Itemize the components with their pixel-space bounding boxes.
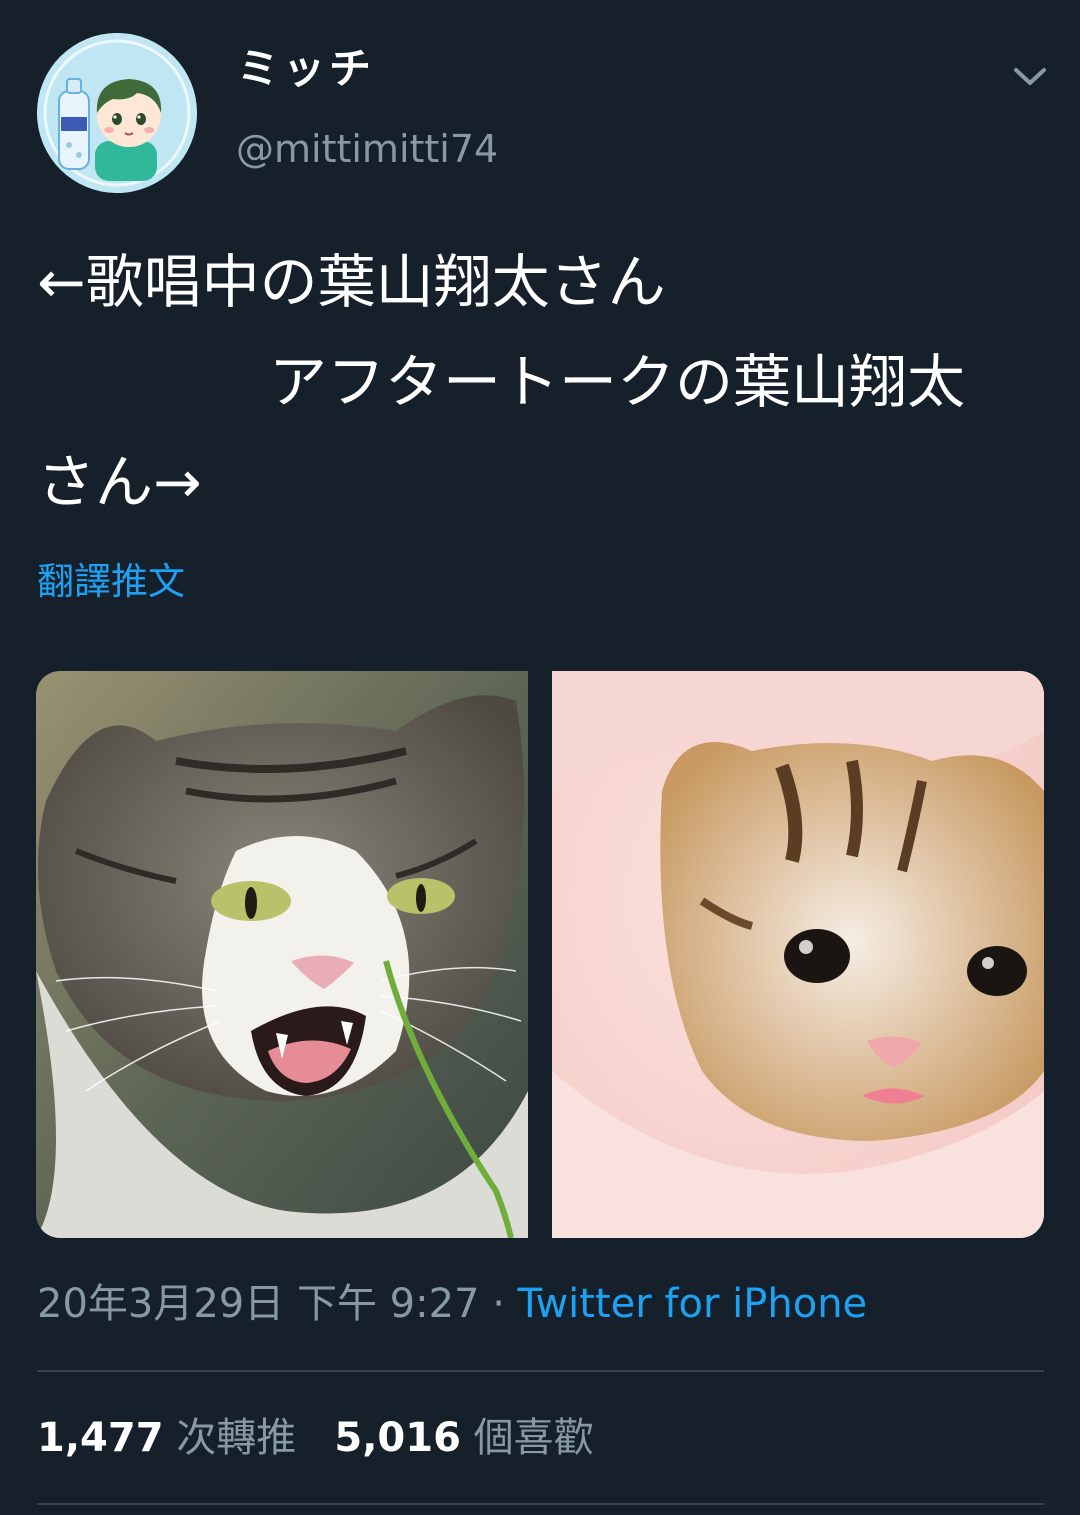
kitten-photo [552,671,1044,1238]
media-image-2[interactable] [552,671,1044,1238]
author-handle[interactable]: @mittimitti74 [236,130,498,168]
tweet-stats: 1,477 次轉推 5,016 個喜歡 [37,1418,594,1458]
author-display-name[interactable]: ミッチ [237,48,375,90]
retweets-label: 次轉推 [176,1415,297,1461]
retweets-stat[interactable]: 1,477 次轉推 [37,1415,296,1461]
angry-cat-photo [36,671,528,1238]
avatar-illustration [37,33,197,193]
tweet-timestamp[interactable]: 20年3月29日 下午 9:27 [37,1281,480,1327]
divider [37,1503,1044,1505]
avatar[interactable] [37,33,197,193]
tweet-source-link[interactable]: Twitter for iPhone [518,1281,868,1327]
chevron-down-icon[interactable] [1010,62,1050,92]
likes-label: 個喜歡 [473,1415,594,1461]
tweet-meta: 20年3月29日 下午 9:27 · Twitter for iPhone [37,1284,867,1324]
tweet-detail: ミッチ @mittimitti74 ←歌唱中の葉山翔太さん アフタートークの葉山… [0,0,1080,1515]
retweets-count: 1,477 [37,1415,164,1461]
likes-stat[interactable]: 5,016 個喜歡 [334,1415,593,1461]
meta-separator: · [479,1281,518,1327]
media-image-1[interactable] [36,671,528,1238]
likes-count: 5,016 [334,1415,461,1461]
translate-tweet-link[interactable]: 翻譯推文 [37,563,185,600]
tweet-text: ←歌唱中の葉山翔太さん アフタートークの葉山翔太 さん→ [37,248,966,516]
divider [37,1370,1044,1372]
